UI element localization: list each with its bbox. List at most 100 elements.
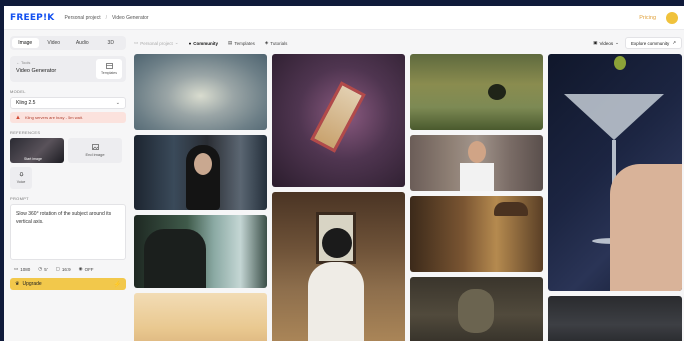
tab-image[interactable]: Image (12, 38, 39, 48)
tab-templates-label: Templates (234, 40, 255, 46)
references-label: REFERENCES (10, 130, 41, 135)
globe-icon: ● (188, 40, 192, 46)
templates-icon (105, 63, 113, 69)
breadcrumb-project[interactable]: Personal project (64, 15, 100, 21)
screen-frame: FREEP!K Personal project / Video Generat… (0, 0, 684, 341)
audio-value: OFF (84, 266, 94, 272)
crown-icon: ♛ (15, 281, 20, 287)
gallery-item-forest-bird[interactable] (410, 54, 543, 130)
toolbar-right: ▣ Videos ⌄ Explore community ↗ (593, 36, 682, 50)
microphone-icon (18, 172, 24, 177)
top-bar: FREEP!K Personal project / Video Generat… (4, 6, 684, 30)
face-shape (194, 153, 212, 175)
gallery-item-glitch-man[interactable] (134, 215, 267, 288)
end-image-label: End image (85, 152, 105, 157)
folder-icon: ▭ (134, 40, 139, 45)
videos-filter[interactable]: ▣ Videos ⌄ (593, 40, 619, 46)
ratio-value: 16:9 (61, 266, 71, 272)
hat-shape (494, 202, 528, 216)
chevron-down-icon: ⌄ (174, 40, 179, 45)
explore-community-label: Explore community (630, 40, 670, 46)
warning-icon: ▲ (15, 114, 21, 121)
prompt-input[interactable]: Slow 360° rotation of the subject around… (10, 204, 126, 260)
video-icon: ▣ (593, 40, 598, 45)
gallery-item-warm-gradient[interactable] (134, 293, 267, 341)
start-image-label: Start image (24, 157, 42, 161)
gallery-grid (134, 54, 682, 341)
tab-tutorials[interactable]: ◈ Tutorials (265, 40, 288, 46)
freepik-logo[interactable]: FREEP!K (10, 13, 54, 23)
tools-back-link[interactable]: ← Tools (16, 60, 30, 65)
duration-setting[interactable]: ◷ 5' (38, 266, 47, 272)
dress-shape (308, 262, 364, 341)
prompt-label: PROMPT (10, 196, 29, 201)
duration-value: 5' (44, 266, 48, 272)
model-select[interactable]: Kling 2.5 ⌄ (10, 97, 126, 109)
templates-button-label: Templates (101, 71, 117, 75)
resolution-setting[interactable]: ▭ 1080 (14, 266, 30, 272)
speaker-icon: ◉ (78, 266, 83, 271)
image-add-icon (91, 144, 99, 150)
clock-icon: ◷ (38, 266, 43, 271)
head-shape (322, 228, 352, 258)
martini-glass (564, 94, 664, 140)
aspect-ratio-icon: ▢ (55, 266, 60, 271)
graduation-icon: ◈ (264, 40, 269, 45)
tab-3d[interactable]: 3D (98, 38, 125, 48)
gallery-item-water-ripple[interactable] (134, 54, 267, 130)
app-window: FREEP!K Personal project / Video Generat… (4, 6, 684, 341)
user-avatar[interactable] (666, 12, 678, 24)
external-arrow-icon: ↗ (672, 40, 676, 45)
tab-audio[interactable]: Audio (69, 38, 96, 48)
resolution-value: 1080 (20, 266, 31, 272)
mode-tabs: Image Video Audio 3D (10, 36, 126, 50)
tab-community-label: Community (193, 40, 219, 46)
references-row: Start image End image (10, 138, 126, 163)
start-image-slot[interactable]: Start image (10, 138, 64, 163)
gallery-item-aviator-man[interactable] (410, 196, 543, 272)
templates-icon: ▤ (228, 40, 233, 45)
chevron-down-icon: ⌄ (115, 100, 120, 106)
face-shape (468, 141, 486, 163)
bird-shape (488, 84, 506, 100)
audio-setting[interactable]: ◉ OFF (79, 266, 94, 272)
chevron-down-icon: ⌄ (615, 40, 619, 45)
gallery-item-dark-frame[interactable] (548, 296, 682, 341)
upgrade-label: Upgrade (22, 281, 42, 287)
breadcrumb-page[interactable]: Video Generator (112, 15, 149, 21)
tab-tutorials-label: Tutorials (270, 40, 288, 46)
lightning-icon: ⚡ (113, 281, 121, 288)
pricing-link[interactable]: Pricing (639, 15, 656, 21)
main-area: ▭ Personal project ⌄ ● Community ▤ Templ… (134, 36, 682, 341)
breadcrumb-separator: / (105, 14, 107, 21)
tool-title: Video Generator (16, 68, 57, 74)
voice-slot[interactable]: Voice (10, 167, 32, 189)
end-image-slot[interactable]: End image (68, 138, 122, 163)
gallery-item-creature[interactable] (410, 277, 543, 341)
gallery-item-crowd-man[interactable] (410, 135, 543, 191)
gallery-item-floating-box[interactable] (272, 54, 405, 187)
ratio-setting[interactable]: ▢ 16:9 (56, 266, 71, 272)
explore-community-button[interactable]: Explore community ↗ (624, 37, 682, 49)
tab-video[interactable]: Video (41, 38, 68, 48)
tab-community[interactable]: ● Community (189, 41, 218, 46)
gallery-item-martini[interactable] (548, 54, 682, 291)
generation-settings: ▭ 1080 ◷ 5' ▢ 16:9 ◉ OFF (10, 266, 126, 272)
voice-label: Voice (16, 180, 26, 184)
project-selector-label: Personal project (140, 40, 173, 46)
upgrade-button[interactable]: ♛ Upgrade ⚡ (10, 278, 126, 290)
tab-templates[interactable]: ▤ Templates (228, 40, 255, 46)
gallery-item-woman-street[interactable] (134, 135, 267, 210)
olive (614, 56, 626, 70)
gallery-item-white-dress[interactable] (272, 192, 405, 341)
templates-button[interactable]: Templates (96, 59, 122, 79)
videos-filter-label: Videos (599, 40, 614, 46)
warning-text: Kling servers are busy - 5m wait. (24, 115, 83, 120)
project-selector[interactable]: ▭ Personal project ⌄ (134, 40, 179, 46)
creature-head (458, 289, 494, 333)
tool-card[interactable]: ← Tools Video Generator Templates (10, 56, 126, 82)
model-value: Kling 2.5 (16, 100, 36, 106)
resolution-icon: ▭ (14, 266, 19, 271)
shirt-shape (460, 163, 494, 191)
busy-warning: ▲ Kling servers are busy - 5m wait. (10, 112, 126, 123)
